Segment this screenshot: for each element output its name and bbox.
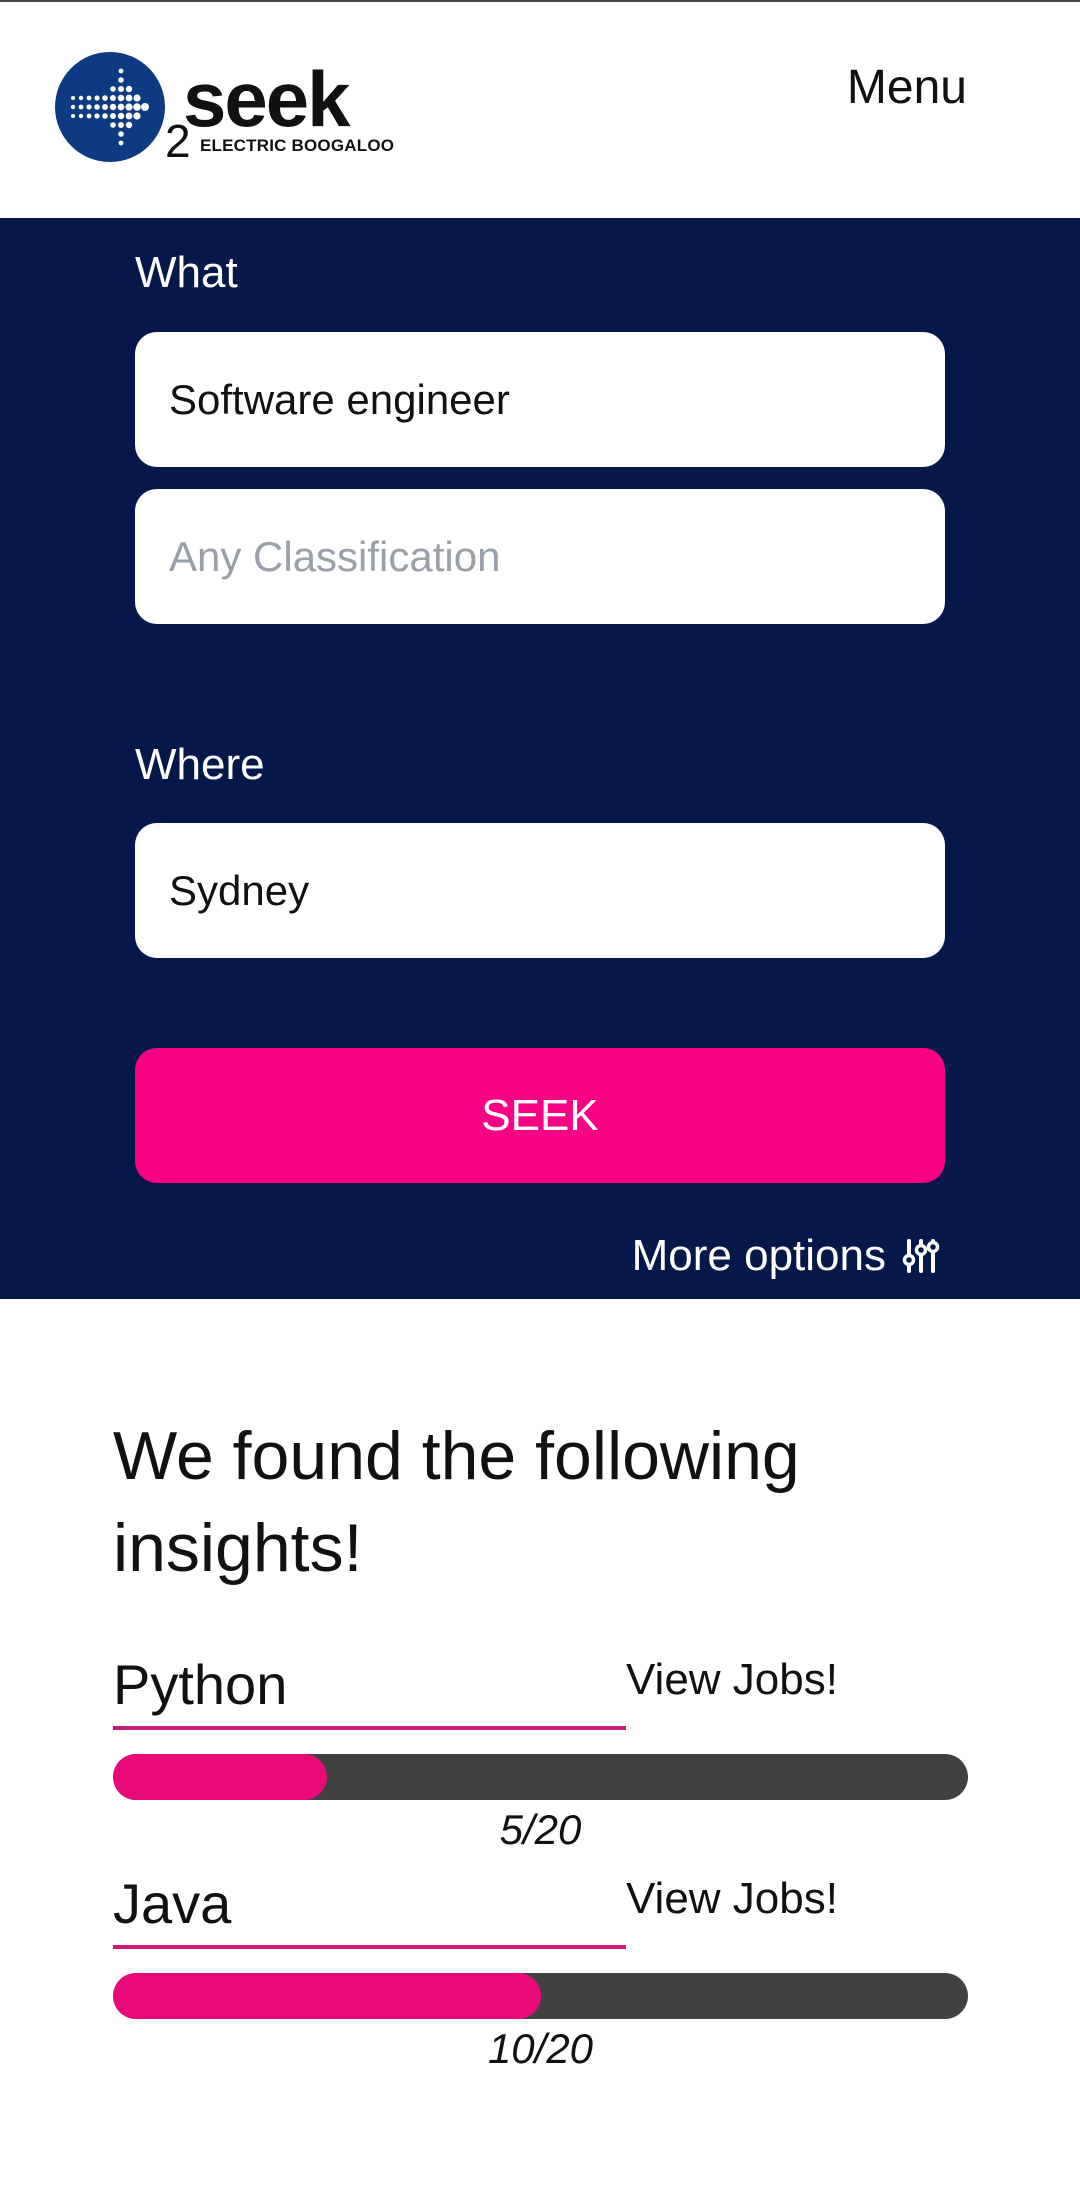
- classification-field[interactable]: Any Classification: [135, 489, 945, 624]
- search-panel: What Software engineer Any Classificatio…: [0, 218, 1080, 1299]
- app-header: 2 seek ELECTRIC BOOGALOO Menu: [0, 0, 1080, 218]
- seek-button[interactable]: SEEK: [135, 1048, 945, 1183]
- progress-text: 5/20: [499, 1806, 582, 1853]
- view-jobs-link[interactable]: View Jobs!: [626, 1655, 838, 1705]
- skill-underline: [113, 1726, 626, 1730]
- progress-fill: [113, 1973, 541, 2019]
- location-field[interactable]: Sydney: [135, 823, 945, 958]
- progress-bar: [113, 1973, 968, 2019]
- keywords-value: Software engineer: [169, 376, 510, 423]
- menu-button[interactable]: Menu: [847, 60, 967, 115]
- skill-name: Python: [113, 1653, 288, 1716]
- top-border: [0, 0, 1080, 2]
- classification-placeholder: Any Classification: [169, 533, 501, 580]
- dotted-arrow-logo-icon: [55, 52, 165, 162]
- what-label: What: [135, 248, 238, 297]
- location-value: Sydney: [169, 867, 310, 914]
- logo-wordmark: seek: [183, 55, 351, 143]
- skill-name: Java: [113, 1872, 232, 1935]
- more-options-label: More options: [631, 1231, 886, 1280]
- where-label: Where: [135, 740, 265, 789]
- sliders-icon: [902, 1239, 940, 1273]
- progress-fill: [113, 1754, 327, 1800]
- keywords-field[interactable]: Software engineer: [135, 332, 945, 467]
- skill-underline: [113, 1945, 626, 1949]
- more-options-button[interactable]: More options: [632, 1231, 940, 1281]
- seek-logo[interactable]: 2 seek ELECTRIC BOOGALOO: [55, 50, 394, 170]
- view-jobs-link[interactable]: View Jobs!: [626, 1874, 838, 1924]
- progress-text: 10/20: [487, 2025, 594, 2072]
- progress-bar: [113, 1754, 968, 1800]
- logo-tagline: ELECTRIC BOOGALOO: [200, 136, 395, 155]
- insights-title: We found the following insights!: [113, 1418, 800, 1586]
